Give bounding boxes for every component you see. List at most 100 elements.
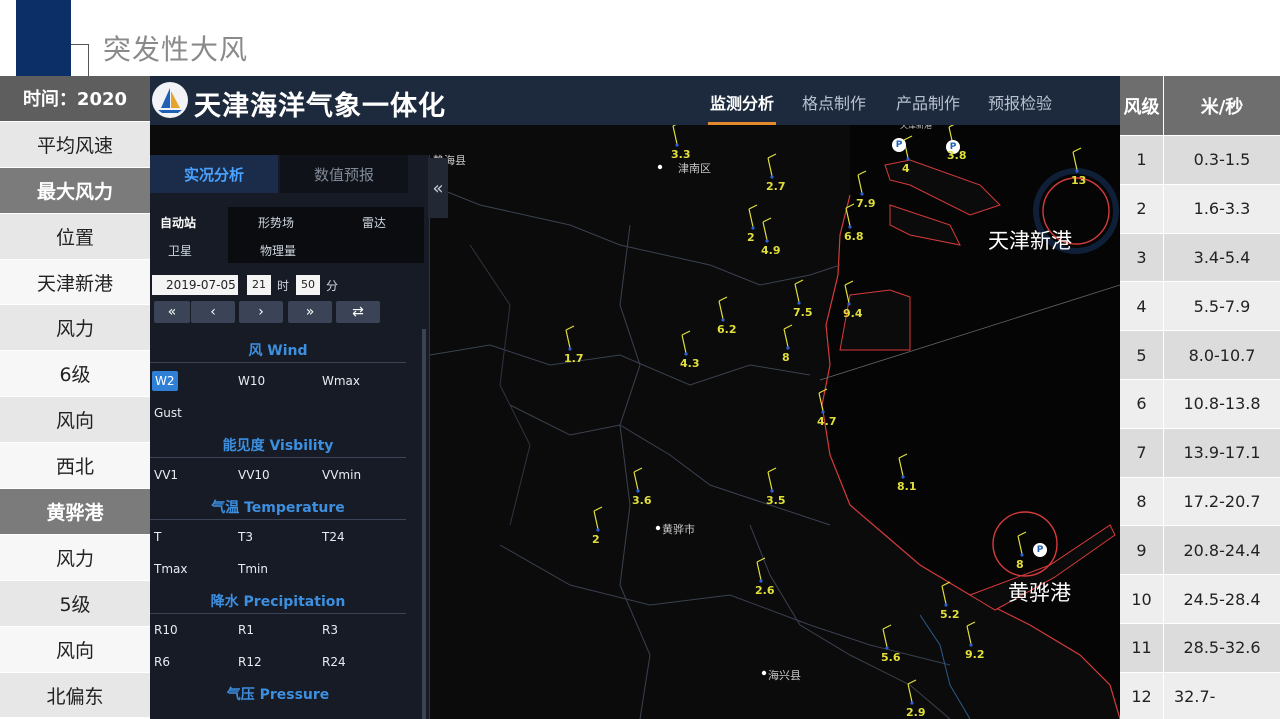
option-r12[interactable]: R12 — [238, 655, 262, 669]
dir2-cell: 北偏东 — [0, 672, 150, 719]
force2-cell: 5级 — [0, 580, 150, 627]
app-window: 静海县 津南区 黄骅市 海兴县 天津新港 天津新港 黄骅港 P P P 3.3 … — [150, 76, 1120, 719]
wind-value: 6.2 — [717, 323, 737, 336]
minute-input[interactable]: 50 — [296, 275, 320, 295]
time-cell: 时间：2020 — [0, 76, 150, 122]
station-dot — [906, 157, 910, 161]
subtab-physics[interactable]: 物理量 — [260, 236, 296, 264]
wind-value: 5.6 — [881, 651, 901, 664]
first-button[interactable]: « — [154, 301, 190, 323]
wind-value: 4 — [902, 162, 910, 175]
option-gust[interactable]: Gust — [154, 406, 182, 420]
next-button[interactable]: › — [239, 301, 283, 323]
nav-monitoring[interactable]: 监测分析 — [710, 90, 774, 114]
location2-cell: 黄骅港 — [0, 489, 150, 535]
place-label-haixing: 海兴县 — [768, 669, 801, 682]
option-r3[interactable]: R3 — [322, 623, 338, 637]
loop-button[interactable]: ⇄ — [336, 301, 380, 323]
section-title-pressure: 气压 Pressure — [226, 687, 330, 703]
subtab-situation[interactable]: 形势场 — [258, 208, 294, 236]
app-header: 天津海洋气象一体化 监测分析 格点制作 产品制作 预报检验 — [150, 76, 1120, 125]
app-logo-icon — [152, 82, 188, 118]
table-cell-speed: 24.5-28.4 — [1164, 575, 1280, 623]
panel-scrollbar[interactable] — [422, 329, 426, 719]
port-reclaim-area — [839, 289, 911, 351]
option-tmax[interactable]: Tmax — [154, 562, 187, 576]
station-dot — [770, 489, 774, 493]
city-dot — [761, 670, 767, 676]
option-vvmin[interactable]: VVmin — [322, 468, 361, 482]
option-r24[interactable]: R24 — [322, 655, 346, 669]
option-wmax[interactable]: Wmax — [322, 374, 360, 388]
station-dot — [721, 318, 725, 322]
wind-value: 8.1 — [897, 480, 917, 493]
wind-value: 6.8 — [844, 230, 864, 243]
table-cell-speed: 8.0-10.7 — [1164, 331, 1280, 379]
port-pin-1[interactable]: P — [892, 138, 906, 152]
table-cell-level: 6 — [1120, 379, 1164, 428]
section-title-precipitation: 降水 Precipitation — [210, 594, 346, 610]
hour-input[interactable]: 21 — [247, 275, 271, 295]
option-t24[interactable]: T24 — [322, 530, 345, 544]
option-t3[interactable]: T3 — [238, 530, 253, 544]
force-label1-cell: 风力 — [0, 305, 150, 352]
wind-value: 4.3 — [680, 357, 700, 370]
station-dot — [759, 579, 763, 583]
port-pin-3[interactable]: P — [1033, 543, 1047, 557]
table-cell-level: 2 — [1120, 184, 1164, 233]
option-w2[interactable]: W2 — [152, 371, 178, 391]
wind-value: 7.9 — [856, 197, 876, 210]
table-header-row: 风级 米/秒 — [1120, 76, 1280, 136]
table-cell-level: 12 — [1120, 672, 1164, 719]
option-tmin[interactable]: Tmin — [238, 562, 268, 576]
app-title: 天津海洋气象一体化 — [194, 91, 446, 122]
city-dot — [657, 164, 663, 170]
table-cell-speed: 20.8-24.4 — [1164, 526, 1280, 575]
tianjin-port-label: 天津新港 — [988, 229, 1072, 253]
subtab-satellite[interactable]: 卫星 — [168, 236, 192, 264]
table-cell-level: 1 — [1120, 136, 1164, 184]
wind-value: 9.4 — [843, 307, 863, 320]
prev-button[interactable]: ‹ — [191, 301, 235, 323]
table-cell-level: 5 — [1120, 331, 1164, 379]
wind-value: 3.5 — [766, 494, 786, 507]
avg-wind-cell: 平均风速 — [0, 121, 150, 168]
station-dot — [821, 410, 825, 414]
hour-unit: 时 — [277, 279, 290, 293]
table-row: 12 32.7- — [1120, 672, 1280, 719]
location1-cell: 天津新港 — [0, 259, 150, 306]
force1-cell: 6级 — [0, 351, 150, 398]
table-row: 1 0.3-1.5 — [1120, 136, 1280, 185]
wind-value: 8 — [1016, 558, 1024, 571]
wind-value: 1.7 — [564, 352, 584, 365]
date-input[interactable]: 2019-07-05 — [152, 275, 238, 295]
station-dot — [797, 301, 801, 305]
tab-numerical-forecast[interactable]: 数值预报 — [280, 155, 408, 193]
table-cell-level: 11 — [1120, 623, 1164, 672]
option-w10[interactable]: W10 — [238, 374, 265, 388]
option-r1[interactable]: R1 — [238, 623, 254, 637]
nav-grid-production[interactable]: 格点制作 — [802, 90, 866, 114]
last-button[interactable]: » — [288, 301, 332, 323]
station-dot — [770, 175, 774, 179]
station-dot — [1075, 169, 1079, 173]
table-row: 9 20.8-24.4 — [1120, 526, 1280, 576]
tab-live-analysis[interactable]: 实况分析 — [150, 155, 278, 193]
option-t[interactable]: T — [154, 530, 161, 544]
table-body: 1 0.3-1.5 2 1.6-3.3 3 3.4-5.4 4 5.5-7.9 5 8.0-10.… — [1120, 136, 1280, 719]
option-vv10[interactable]: VV10 — [238, 468, 270, 482]
subtab-radar[interactable]: 雷达 — [362, 208, 386, 236]
nav-forecast-verification[interactable]: 预报检验 — [988, 90, 1052, 114]
option-vv1[interactable]: VV1 — [154, 468, 178, 482]
section-title-visibility: 能见度 Visbility — [222, 438, 334, 454]
table-cell-level: 7 — [1120, 428, 1164, 477]
city-dot — [655, 525, 661, 531]
location-label-cell: 位置 — [0, 213, 150, 260]
subtab-auto-station[interactable]: 自动站 — [160, 208, 196, 236]
nav-product-production[interactable]: 产品制作 — [896, 90, 960, 114]
collapse-panel-button[interactable]: « — [428, 158, 448, 218]
table-cell-level: 8 — [1120, 477, 1164, 526]
table-cell-speed: 1.6-3.3 — [1164, 184, 1280, 233]
option-r10[interactable]: R10 — [154, 623, 178, 637]
option-r6[interactable]: R6 — [154, 655, 170, 669]
